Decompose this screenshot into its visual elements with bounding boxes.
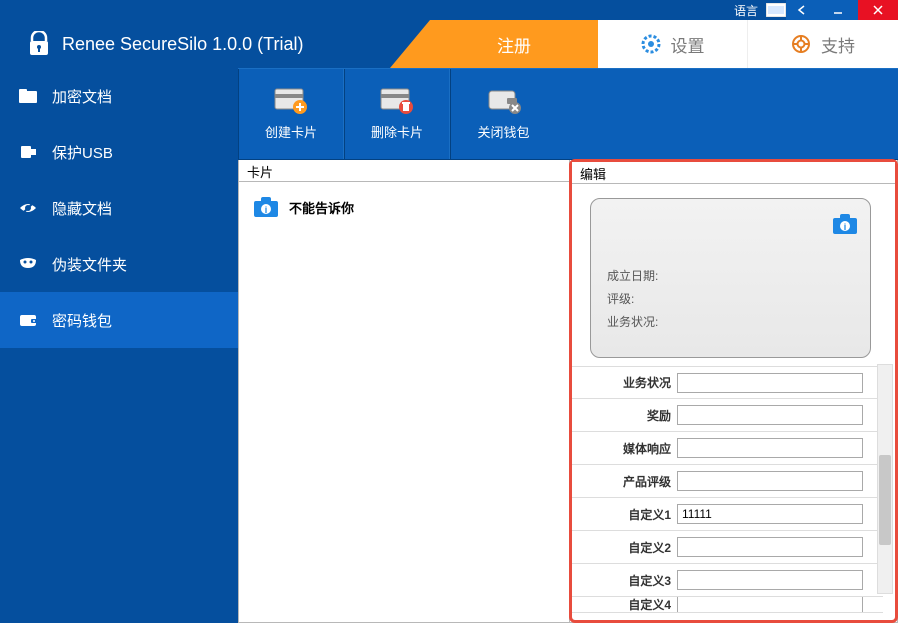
lock-icon [28,31,50,57]
svg-text:i: i [844,222,847,232]
sidebar-item-usb[interactable]: 保护USB [0,124,238,180]
wallet-icon [18,310,38,330]
form-input-reward[interactable] [677,405,863,425]
folder-lock-icon [18,86,38,106]
wallet-close-icon [487,88,521,114]
form-input-custom2[interactable] [677,537,863,557]
sidebar-item-label: 隐藏文档 [52,198,112,219]
card-panel: 卡片 i 不能告诉你 [239,160,570,622]
sidebar: 加密文档 保护USB 隐藏文档 伪装文件夹 密码钱包 [0,68,238,623]
language-label[interactable]: 语言 [734,2,758,19]
form-label: 媒体响应 [572,440,677,457]
sidebar-item-label: 密码钱包 [52,310,112,331]
card-list-item[interactable]: i 不能告诉你 [247,190,561,224]
svg-text:i: i [265,205,268,215]
create-card-button[interactable]: 创建卡片 [238,69,344,159]
form-row: 奖励 [572,399,883,432]
tab-settings-label: 设置 [671,32,705,57]
tool-label: 删除卡片 [371,122,423,141]
form-label: 业务状况 [572,374,677,391]
tool-label: 创建卡片 [265,122,317,141]
preview-field-status: 业务状况: [607,313,854,330]
lifebuoy-icon [791,34,811,54]
delete-card-button[interactable]: 删除卡片 [344,69,450,159]
card-item-label: 不能告诉你 [289,198,354,217]
sidebar-item-wallet[interactable]: 密码钱包 [0,292,238,348]
scrollbar-thumb[interactable] [879,455,891,545]
toolbar: 创建卡片 删除卡片 关闭钱包 [238,68,898,160]
language-flag-icon[interactable] [766,3,786,17]
edit-panel: 编辑 i 成立日期: 评级: 业务状况: 业务状况 奖 [569,159,898,623]
form-input-product-rating[interactable] [677,471,863,491]
tab-register-label: 注册 [497,32,531,57]
tab-support[interactable]: 支持 [748,20,898,68]
close-wallet-button[interactable]: 关闭钱包 [450,69,556,159]
form-row: 自定义1 [572,498,883,531]
edit-panel-header: 编辑 [572,162,895,184]
form-label: 产品评级 [572,473,677,490]
card-info-icon: i [253,196,279,218]
form-label: 自定义1 [572,506,677,523]
preview-field-rating: 评级: [607,290,854,307]
window-titlebar: 语言 [0,0,898,20]
sidebar-item-encrypt[interactable]: 加密文档 [0,68,238,124]
card-preview: i 成立日期: 评级: 业务状况: [590,198,871,358]
tool-label: 关闭钱包 [477,122,529,141]
app-logo: Renee SecureSilo 1.0.0 (Trial) [0,31,303,57]
form-input-custom1[interactable] [677,504,863,524]
tab-support-label: 支持 [821,32,855,57]
form-label: 自定义3 [572,572,677,589]
usb-icon [18,142,38,162]
form-input-status[interactable] [677,373,863,393]
mask-icon [18,254,38,274]
form-input-custom3[interactable] [677,570,863,590]
eye-slash-icon [18,198,38,218]
vertical-scrollbar[interactable] [877,364,893,594]
tab-register[interactable]: 注册 [430,20,598,68]
minimize-button[interactable] [818,0,858,20]
edit-form: 业务状况 奖励 媒体响应 产品评级 [572,366,895,613]
form-row: 产品评级 [572,465,883,498]
form-input-media[interactable] [677,438,863,458]
card-delete-icon [380,88,414,114]
form-row: 媒体响应 [572,432,883,465]
form-input-custom4[interactable] [677,597,863,613]
nav-back-button[interactable] [786,0,818,20]
sidebar-item-label: 加密文档 [52,86,112,107]
card-list: i 不能告诉你 [239,182,569,622]
form-label: 自定义4 [572,597,677,613]
gear-icon [641,34,661,54]
header-tabs: 注册 设置 支持 [430,20,898,68]
sidebar-item-hide[interactable]: 隐藏文档 [0,180,238,236]
form-row: 自定义2 [572,531,883,564]
sidebar-item-label: 保护USB [52,142,113,163]
form-label: 奖励 [572,407,677,424]
form-row: 业务状况 [572,366,883,399]
form-row: 自定义4 [572,597,883,613]
card-panel-header: 卡片 [239,160,569,182]
form-row: 自定义3 [572,564,883,597]
close-button[interactable] [858,0,898,20]
sidebar-item-label: 伪装文件夹 [52,254,127,275]
preview-field-date: 成立日期: [607,267,854,284]
card-add-icon [274,88,308,114]
sidebar-item-disguise[interactable]: 伪装文件夹 [0,236,238,292]
tab-settings[interactable]: 设置 [598,20,748,68]
app-title: Renee SecureSilo 1.0.0 (Trial) [62,34,303,55]
app-header: Renee SecureSilo 1.0.0 (Trial) 注册 设置 支持 [0,20,898,68]
card-info-icon: i [832,213,858,235]
form-label: 自定义2 [572,539,677,556]
